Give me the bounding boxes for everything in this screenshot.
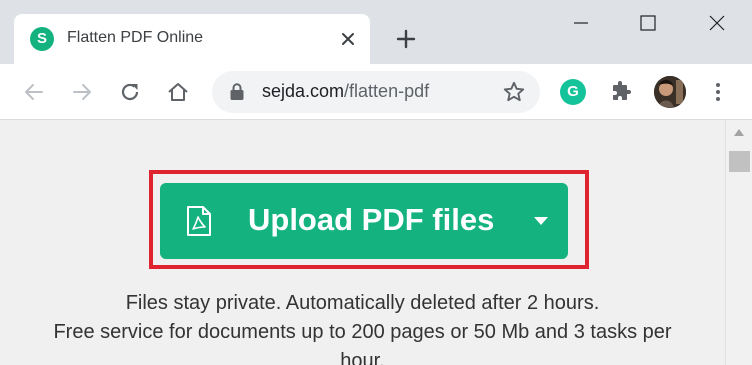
url-path: /flatten-pdf xyxy=(344,81,430,101)
lock-icon[interactable] xyxy=(229,83,245,101)
grammarly-extension-icon[interactable]: G xyxy=(560,79,586,105)
upload-button-label: Upload PDF files xyxy=(248,202,495,237)
scroll-up-arrow-icon[interactable] xyxy=(734,128,744,136)
tab-title: Flatten PDF Online xyxy=(67,29,204,46)
extensions-puzzle-icon[interactable] xyxy=(609,80,633,104)
sejda-favicon-icon: S xyxy=(30,27,54,51)
scrollbar-thumb[interactable] xyxy=(729,151,750,172)
plus-icon[interactable] xyxy=(395,28,417,50)
pdf-file-icon xyxy=(187,206,211,236)
maximize-icon[interactable] xyxy=(639,14,657,32)
url-host: sejda.com xyxy=(262,81,345,101)
privacy-note: Files stay private. Automatically delete… xyxy=(125,292,600,314)
back-arrow-icon[interactable] xyxy=(22,80,46,104)
home-icon[interactable] xyxy=(166,80,190,104)
bookmark-star-icon[interactable] xyxy=(502,80,526,104)
vertical-scrollbar[interactable] xyxy=(725,120,752,365)
close-icon[interactable] xyxy=(340,31,356,47)
profile-avatar[interactable] xyxy=(654,76,686,108)
address-bar[interactable]: sejda.com/flatten-pdf xyxy=(212,71,540,113)
browser-tab[interactable]: S Flatten PDF Online xyxy=(14,14,370,64)
upload-pdf-files-button[interactable]: Upload PDF files xyxy=(160,183,568,259)
service-note-line2: hour. xyxy=(340,350,385,365)
page-content: Upload PDF files Files stay private. Aut… xyxy=(0,120,725,365)
browser-toolbar: sejda.com/flatten-pdf G xyxy=(0,64,752,120)
more-vertical-icon[interactable] xyxy=(706,80,730,104)
window-close-icon[interactable] xyxy=(708,14,726,32)
forward-arrow-icon[interactable] xyxy=(70,80,94,104)
profile-photo-icon xyxy=(654,76,686,108)
reload-icon[interactable] xyxy=(118,80,142,104)
minimize-icon[interactable] xyxy=(572,14,590,32)
service-note-line1: Free service for documents up to 200 pag… xyxy=(53,321,672,343)
url-text[interactable]: sejda.com/flatten-pdf xyxy=(262,81,429,102)
tab-strip: S Flatten PDF Online xyxy=(0,0,752,64)
chevron-down-icon[interactable] xyxy=(534,217,548,225)
